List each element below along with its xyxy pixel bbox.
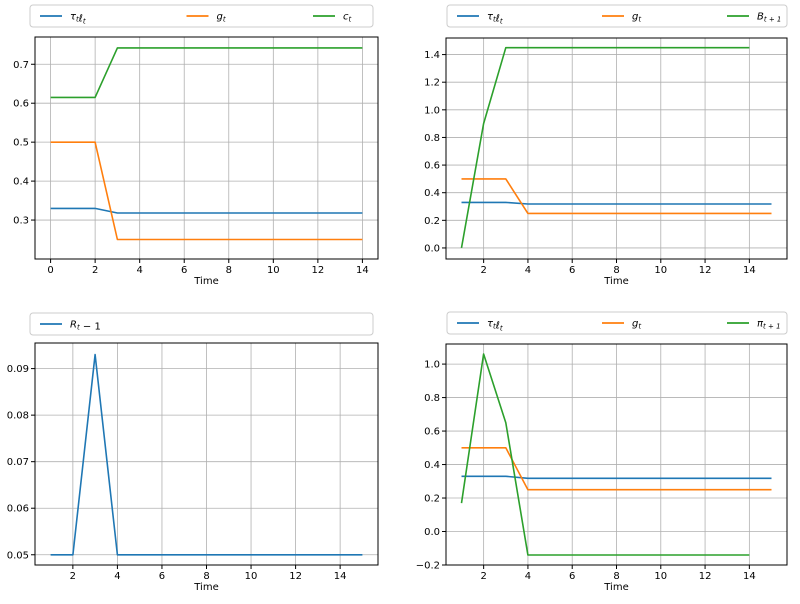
x-tick-label: 12 <box>699 571 712 582</box>
y-tick-label: 0.0 <box>424 243 440 254</box>
chart-panel-3: 2 4 6 8 10 12 14 0.05 0.06 0.07 0.08 0.09 Time Rt − 1 <box>7 312 379 593</box>
x-tick-label: 0 <box>47 265 53 276</box>
y-tick-label: 0.4 <box>13 177 29 188</box>
x-tick-label: 2 <box>92 265 98 276</box>
x-tick-label: 14 <box>743 571 756 582</box>
x-tick-label: 6 <box>159 571 165 582</box>
series-line-3 <box>50 47 363 99</box>
y-tick-label: 1.4 <box>424 50 440 61</box>
y-tick-label: 0.8 <box>424 393 440 404</box>
x-tick-label: 12 <box>311 265 324 276</box>
series-line-3 <box>460 46 750 249</box>
y-tick-label: −0.2 <box>416 561 440 572</box>
x-tick-label: 14 <box>334 571 347 582</box>
x-tick-label: 10 <box>267 265 280 276</box>
x-tick-label: 14 <box>356 265 369 276</box>
x-tick-label: 12 <box>699 265 712 276</box>
chart-panel-4: 2 4 6 8 10 12 14 −0.2 0.0 0.2 0.4 0.6 0.8 1.0 Time τtℓt… <box>416 311 788 593</box>
legend: τtℓt gt πt + 1 <box>446 311 788 335</box>
x-tick-label: 10 <box>654 571 667 582</box>
legend: τtℓt gt ct <box>29 4 374 28</box>
x-tick-label: 2 <box>480 571 486 582</box>
y-tick-label: 0.4 <box>424 460 440 471</box>
y-tick-label: 0.8 <box>424 133 440 144</box>
chart-panel-1: 0 2 4 6 8 10 12 14 0.3 0.4 0.5 0.6 0.7 Time τtℓt gt ct <box>13 4 379 287</box>
x-tick-label: 8 <box>203 571 209 582</box>
y-tick-label: 0.09 <box>7 364 29 375</box>
x-tick-label: 6 <box>181 265 187 276</box>
x-tick-label: 2 <box>480 265 486 276</box>
x-tick-label: 10 <box>654 265 667 276</box>
series-line-2 <box>50 141 363 241</box>
y-tick-label: 0.08 <box>7 411 29 422</box>
y-tick-label: 1.2 <box>424 78 440 89</box>
legend: τtℓt gt Bt + 1 <box>446 4 788 28</box>
y-tick-label: 0.6 <box>424 161 440 172</box>
x-axis-label: Time <box>193 582 218 593</box>
x-tick-label: 2 <box>70 571 76 582</box>
y-tick-label: 0.7 <box>13 60 29 71</box>
y-tick-label: 0.6 <box>424 427 440 438</box>
x-tick-label: 4 <box>525 265 531 276</box>
x-tick-label: 4 <box>525 571 531 582</box>
x-axis-label: Time <box>603 582 628 593</box>
y-tick-label: 0.3 <box>13 216 29 227</box>
x-tick-label: 10 <box>245 571 258 582</box>
chart-panel-2: 2 4 6 8 10 12 14 0.0 0.2 0.4 0.6 0.8 1.0 1.2 1.4 Time τt… <box>424 4 788 287</box>
x-tick-label: 4 <box>114 571 120 582</box>
y-tick-label: 0.06 <box>7 504 29 515</box>
y-tick-label: 0.5 <box>13 138 29 149</box>
x-tick-label: 8 <box>613 265 619 276</box>
y-tick-label: 1.0 <box>424 360 440 371</box>
y-tick-label: 1.0 <box>424 105 440 116</box>
y-tick-label: 0.05 <box>7 550 29 561</box>
y-tick-label: 0.2 <box>424 216 440 227</box>
y-tick-label: 0.4 <box>424 188 440 199</box>
x-tick-label: 6 <box>569 265 575 276</box>
x-tick-label: 8 <box>613 571 619 582</box>
y-tick-label: 0.2 <box>424 494 440 505</box>
x-axis-label: Time <box>193 276 218 287</box>
figure: 0 2 4 6 8 10 12 14 0.3 0.4 0.5 0.6 0.7 Time τtℓt gt ct 2 4… <box>0 0 800 600</box>
x-axis-label: Time <box>603 276 628 287</box>
y-tick-label: 0.07 <box>7 457 29 468</box>
x-tick-label: 8 <box>226 265 232 276</box>
series-line-1 <box>50 207 363 214</box>
x-tick-label: 14 <box>743 265 756 276</box>
y-tick-label: 0.0 <box>424 527 440 538</box>
series-line-3 <box>460 353 750 556</box>
legend: Rt − 1 <box>29 312 374 336</box>
figure-canvas: 0 2 4 6 8 10 12 14 0.3 0.4 0.5 0.6 0.7 Time τtℓt gt ct 2 4… <box>7 4 788 593</box>
y-tick-label: 0.6 <box>13 99 29 110</box>
x-tick-label: 12 <box>289 571 302 582</box>
x-tick-label: 6 <box>569 571 575 582</box>
plot-frame <box>34 36 379 260</box>
x-tick-label: 4 <box>136 265 142 276</box>
